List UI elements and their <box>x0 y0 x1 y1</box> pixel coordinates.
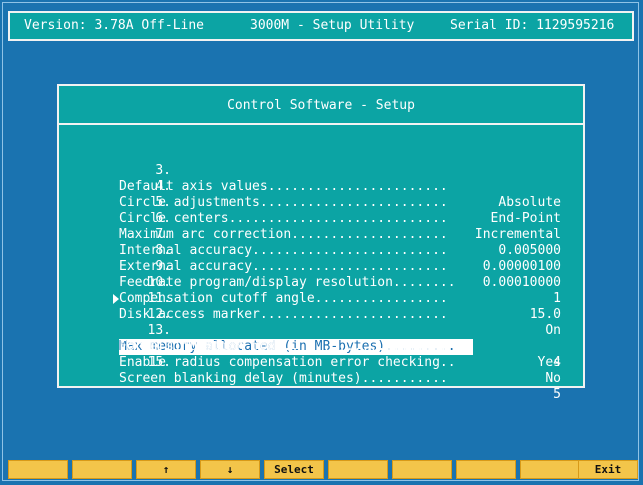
setting-row-max-memory-allocated[interactable]: 12. Max memory allocated (in MB-bytes)..… <box>59 291 583 370</box>
setting-value: 5 <box>553 387 561 402</box>
version-label: Version: 3.78A Off-Line <box>24 18 205 33</box>
setting-row-screen-blanking-delay[interactable]: 15. Screen blanking delay (minutes).....… <box>59 339 583 402</box>
setting-row-circle-adjustments[interactable]: 4. Circle adjustments...................… <box>59 163 583 226</box>
setting-row-compensation-cutoff-angle[interactable]: 10. Compensation cutoff angle...........… <box>59 259 583 322</box>
setting-value: Yes <box>537 355 561 370</box>
setting-row-circle-centers[interactable]: 5. Circle centers.......................… <box>59 179 583 242</box>
setting-row-default-axis-values[interactable]: 3. Default axis values..................… <box>59 147 583 210</box>
setting-row-disk-access-marker[interactable]: 11. Disk access marker..................… <box>59 275 583 338</box>
setting-row-external-accuracy[interactable]: 8. External accuracy....................… <box>59 227 583 290</box>
setting-number: 15. <box>147 355 171 370</box>
setting-row-radius-compensation-checking[interactable]: 14. Enable radius compensation error che… <box>59 323 583 386</box>
dialog-title-divider <box>59 123 583 125</box>
setting-row-internal-accuracy[interactable]: 7. Internal accuracy....................… <box>59 211 583 274</box>
function-key-f6[interactable] <box>328 460 388 479</box>
function-key-f2[interactable] <box>72 460 132 479</box>
serial-id-label: Serial ID: 1129595216 <box>450 18 615 33</box>
function-key-f7[interactable] <box>392 460 452 479</box>
exit-button[interactable]: Exit <box>578 460 638 479</box>
selection-arrow-icon <box>113 294 119 304</box>
select-button[interactable]: Select <box>264 460 324 479</box>
setting-row-maximum-arc-correction[interactable]: 6. Maximum arc correction...............… <box>59 195 583 258</box>
status-header: Version: 3.78A Off-Line 3000M - Setup Ut… <box>8 11 634 41</box>
setting-row-feedrate-resolution[interactable]: 9. Feedrate program/display resolution..… <box>59 243 583 306</box>
function-key-f1[interactable] <box>8 460 68 479</box>
setting-value: No <box>545 371 561 386</box>
setup-dialog: Control Software - Setup 3. Default axis… <box>57 84 585 402</box>
function-key-f9[interactable] <box>520 460 580 479</box>
move-down-button[interactable]: ↓ <box>200 460 260 479</box>
move-up-button[interactable]: ↑ <box>136 460 196 479</box>
app-title: 3000M - Setup Utility <box>250 18 415 33</box>
function-key-f8[interactable] <box>456 460 516 479</box>
setting-row-force-simulation-mode[interactable]: 13. Force simulation mode...............… <box>59 307 583 370</box>
dialog-title: Control Software - Setup <box>227 98 415 113</box>
setting-label: Screen blanking delay (minutes).........… <box>119 371 448 386</box>
